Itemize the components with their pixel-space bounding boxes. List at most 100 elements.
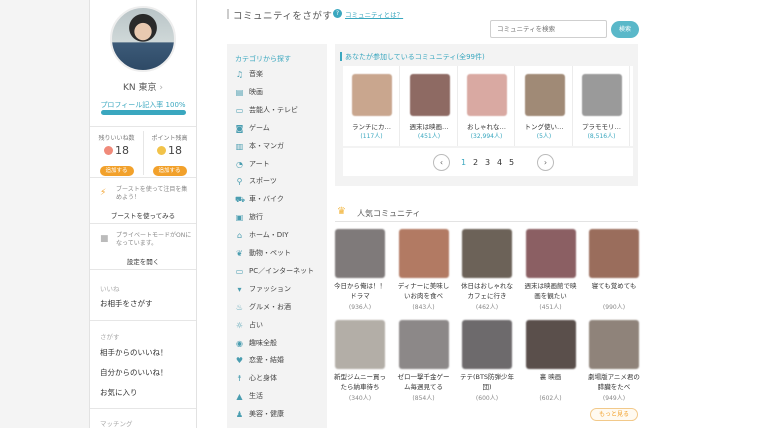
category-item[interactable]: ♟ 美容・健康: [235, 409, 284, 419]
page-title: コミュニティをさがす: [226, 8, 332, 22]
category-item[interactable]: ⚲ スポーツ: [235, 176, 277, 186]
joined-community-card[interactable]: ランチにカ… (117人): [343, 66, 400, 146]
community-thumbnail: [462, 229, 512, 278]
member-count: (340人): [348, 395, 372, 402]
points-count: 18: [143, 144, 196, 157]
likes-section-heading: いいね: [100, 285, 120, 293]
joined-community-card[interactable]: 週末は映画… (451人): [401, 66, 458, 146]
community-name: ディナーに美味しいお肉を食べ: [397, 282, 450, 300]
category-item[interactable]: ❦ 動物・ペット: [235, 248, 291, 258]
category-item[interactable]: ▤ 映画: [235, 87, 263, 97]
category-label: 心と身体: [249, 374, 277, 383]
community-name: 寝ても覚めても: [591, 282, 637, 290]
category-icon: ⌂: [236, 231, 243, 241]
category-label: 生活: [249, 392, 263, 401]
likes-label: 残りいいね数: [98, 135, 135, 142]
category-item[interactable]: ☼ 占い: [235, 320, 263, 330]
help-link[interactable]: コミュニティとは？: [345, 9, 403, 19]
category-item[interactable]: ♨ グルメ・お酒: [235, 302, 291, 312]
points-stat: ポイント残高 18 追加する: [143, 133, 196, 176]
open-settings-link[interactable]: 設定を開く: [90, 256, 196, 266]
category-label: 占い: [249, 320, 263, 329]
category-item[interactable]: ▭ PC／インターネット: [235, 266, 314, 276]
boost-text: ブーストを使って注目を集めよう！: [116, 186, 188, 201]
community-name: 劇場版アニメ君の膵臓をたべ: [588, 373, 640, 391]
category-label: ゲーム: [249, 123, 270, 132]
category-item[interactable]: ▲ 生活: [235, 391, 263, 401]
category-icon: ❦: [236, 249, 243, 258]
category-icon: ◔: [236, 159, 243, 169]
boost-link[interactable]: ブーストを使ってみる: [90, 210, 196, 220]
add-points-button[interactable]: 追加する: [152, 166, 187, 176]
category-icon: ☨: [237, 374, 242, 384]
joined-community-card[interactable]: おしゃれな… (32,994人): [458, 66, 515, 146]
category-panel: カテゴリから探す ♫ 音楽 ▤ 映画 ▭ 芸能人・テレビ ◙ ゲーム ▥ 本・マンガ ◔ アート ⚲ スポ…: [227, 44, 327, 428]
search-button[interactable]: 検索: [611, 21, 639, 38]
page-number[interactable]: 2: [473, 158, 478, 167]
category-label: ファッション: [249, 284, 291, 293]
more-button[interactable]: もっと見る: [590, 408, 638, 421]
community-name: 新型ジムニー買ったら納車待ち: [334, 373, 386, 391]
category-item[interactable]: ◙ ゲーム: [235, 123, 270, 133]
joined-community-card[interactable]: プラモモリ… (8,516人): [573, 66, 630, 146]
category-item[interactable]: ♫ 音楽: [235, 69, 263, 79]
matching-section-heading: マッチング: [100, 420, 133, 428]
community-thumbnail: [525, 229, 576, 278]
joined-community-card[interactable]: トング使い… (5人): [516, 66, 573, 146]
coin-icon: [157, 146, 166, 155]
category-icon: ♥: [235, 356, 244, 366]
help-icon[interactable]: ?: [333, 9, 342, 18]
community-search-input[interactable]: [490, 20, 607, 38]
member-count: (117人): [360, 133, 383, 140]
community-name: 週末は映画館で映画を観たい: [524, 282, 577, 300]
category-icon: ▤: [235, 87, 244, 97]
joined-communities: あなたが参加しているコミュニティ(全99件) ランチにカ… (117人) 週末は映画…: [335, 44, 638, 186]
favorites-link[interactable]: お気に入り: [100, 387, 138, 398]
category-label: 映画: [249, 87, 263, 96]
category-item[interactable]: ▭ 芸能人・テレビ: [235, 105, 298, 115]
likes-stat: 残りいいね数 18 追加する: [90, 133, 143, 176]
community-name: おしゃれな…: [467, 123, 506, 131]
community-name: テテ(BTS防弾少年団): [459, 373, 515, 391]
page-number[interactable]: 3: [485, 158, 490, 167]
category-item[interactable]: ♥ 恋愛・結婚: [235, 355, 284, 365]
member-count: (602人): [539, 395, 562, 402]
right-gutter: [660, 0, 760, 428]
category-item[interactable]: ⌂ ホーム・DIY: [235, 230, 289, 240]
user-name[interactable]: KN 東京 ›: [90, 80, 196, 93]
member-count: (600人): [475, 395, 499, 402]
likes-from-link[interactable]: 相手からのいいね！: [100, 347, 168, 358]
category-item[interactable]: ▣ 旅行: [235, 212, 263, 222]
add-likes-button[interactable]: 追加する: [99, 166, 134, 176]
category-item[interactable]: ▥ 本・マンガ: [235, 141, 284, 151]
member-count: (843人): [412, 304, 435, 311]
category-label: 恋愛・結婚: [249, 356, 284, 365]
prev-page-button[interactable]: ‹: [433, 154, 450, 171]
chevron-right-icon: ›: [159, 83, 163, 93]
progress-label-text: プロフィール記入率: [100, 101, 164, 109]
avatar[interactable]: [110, 6, 176, 72]
find-partner-link[interactable]: お相手をさがす: [100, 298, 153, 309]
member-count: (936人): [348, 304, 372, 311]
community-thumbnail: [409, 74, 450, 116]
community-name: 今日から俺は！！ドラマ: [334, 282, 386, 300]
page-number[interactable]: 4: [497, 158, 502, 167]
member-count: (462人): [475, 304, 499, 311]
category-icon: ♟: [235, 410, 244, 420]
page-number[interactable]: 1: [461, 158, 466, 167]
community-name: プラモモリ…: [582, 123, 621, 131]
category-item[interactable]: ▾ ファッション: [235, 284, 291, 294]
member-count: (949人): [602, 395, 626, 402]
community-thumbnail: [398, 229, 449, 278]
category-icon: ♨: [235, 302, 244, 312]
community-thumbnail: [467, 74, 507, 116]
page-number[interactable]: 5: [509, 158, 514, 167]
category-item[interactable]: ◔ アート: [235, 159, 270, 169]
next-page-button[interactable]: ›: [537, 154, 554, 171]
category-item[interactable]: ☨ 心と身体: [235, 373, 277, 383]
private-mode-text: プライベートモードがONになっています。: [116, 232, 192, 247]
search-section-heading: さがす: [100, 333, 120, 341]
category-item[interactable]: ◉ 趣味全般: [235, 338, 277, 348]
category-item[interactable]: ⛟ 車・バイク: [235, 194, 284, 204]
likes-to-link[interactable]: 自分からのいいね！: [100, 367, 168, 378]
